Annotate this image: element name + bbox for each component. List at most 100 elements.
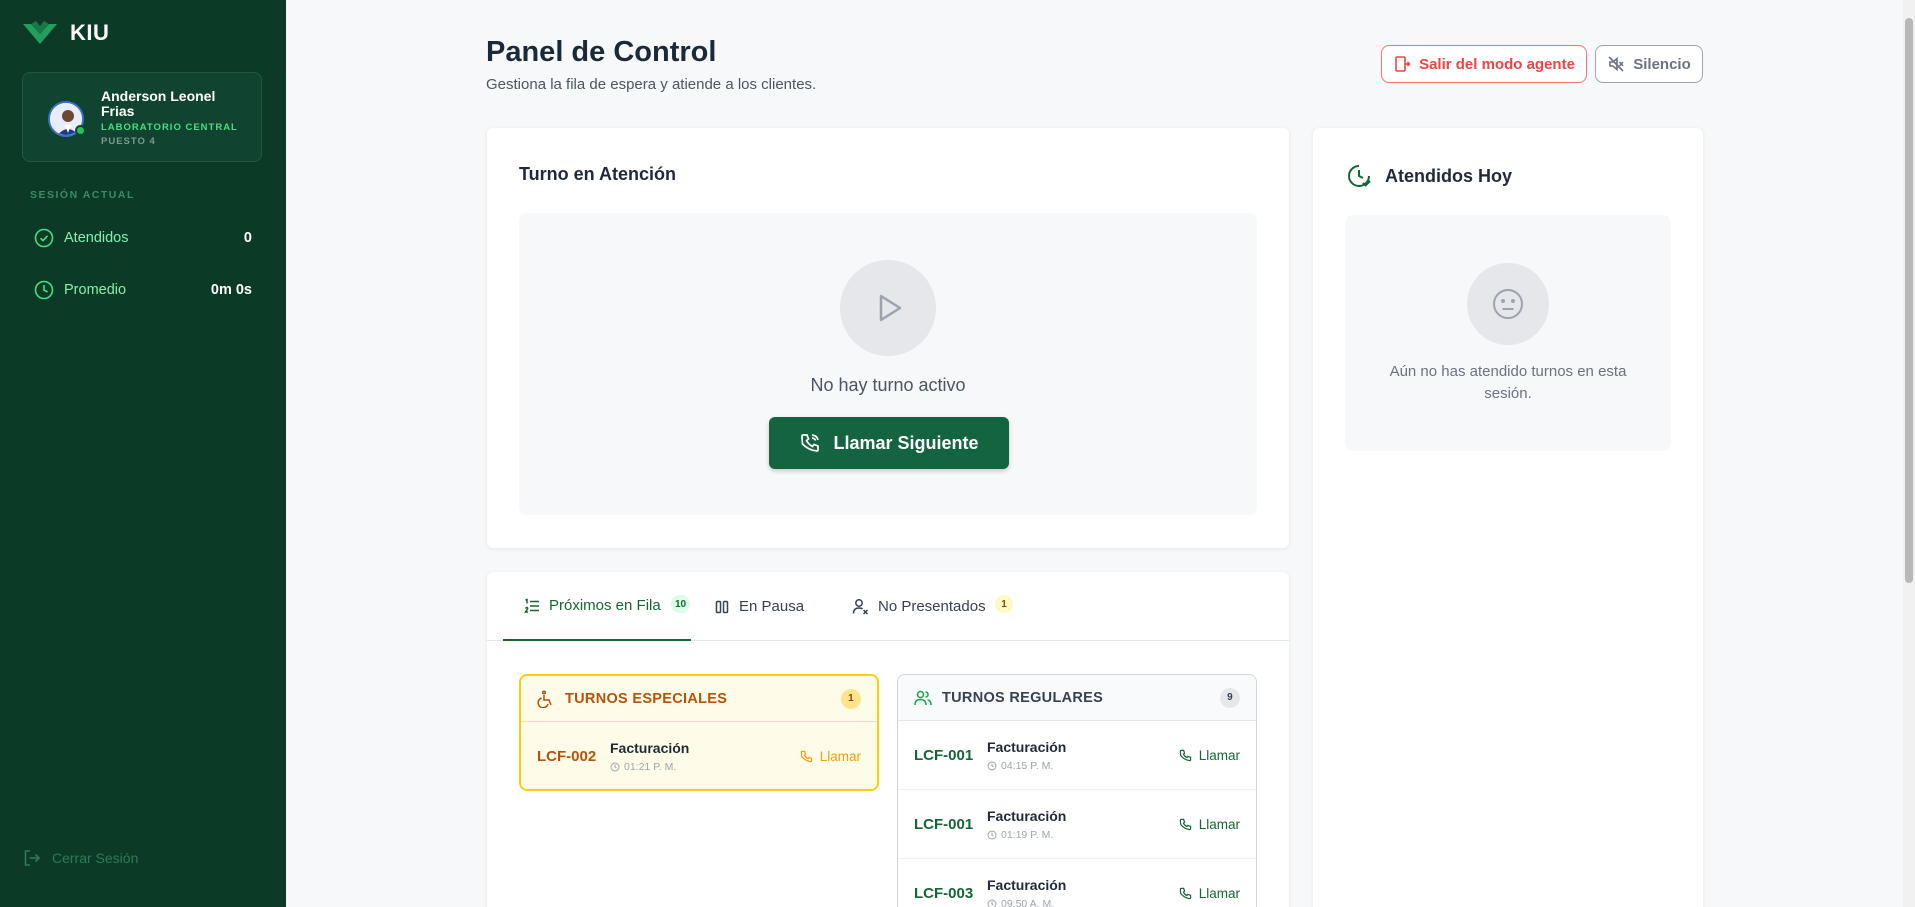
stat-average: Promedio 0m 0s bbox=[34, 276, 252, 304]
history-clock-icon bbox=[1348, 165, 1371, 187]
exit-agent-mode-button[interactable]: Salir del modo agente bbox=[1381, 45, 1587, 83]
ticket-time: 09:50 A. M. bbox=[987, 898, 1066, 907]
play-icon bbox=[840, 260, 936, 356]
regular-turns-title: TURNOS REGULARES bbox=[942, 689, 1104, 706]
clock-icon bbox=[34, 280, 54, 300]
ticket-code: LCF-003 bbox=[914, 884, 974, 902]
phone-icon bbox=[1179, 749, 1191, 761]
current-turn-empty-state: No hay turno activo Llamar Siguiente bbox=[519, 213, 1257, 515]
page-scrollbar[interactable] bbox=[1903, 0, 1915, 907]
speaker-muted-icon bbox=[1608, 56, 1624, 72]
profile-location: LABORATORIO CENTRAL bbox=[101, 122, 238, 133]
page-subtitle: Gestiona la fila de espera y atiende a l… bbox=[486, 76, 817, 93]
call-ticket-button[interactable]: Llamar bbox=[800, 749, 861, 764]
queue-card: Próximos en Fila 10 En Pausa No Presenta… bbox=[487, 572, 1289, 907]
online-status-dot bbox=[75, 125, 86, 136]
profile-name: Anderson Leonel Frias bbox=[101, 88, 216, 119]
tab-paused[interactable]: En Pausa bbox=[714, 572, 804, 641]
page-title: Panel de Control bbox=[486, 36, 717, 68]
attended-today-title: Atendidos Hoy bbox=[1385, 165, 1513, 186]
special-turns-header: TURNOS ESPECIALES 1 bbox=[521, 676, 877, 722]
ticket-time: 04:15 P. M. bbox=[987, 760, 1066, 772]
neutral-face-icon bbox=[1467, 263, 1549, 345]
phone-icon bbox=[1179, 887, 1191, 899]
kiu-logo-icon bbox=[23, 21, 57, 44]
call-next-button[interactable]: Llamar Siguiente bbox=[769, 417, 1009, 469]
list-numbered-icon bbox=[524, 597, 539, 613]
ticket-time: 01:19 P. M. bbox=[987, 829, 1066, 841]
tab-no-show[interactable]: No Presentados 1 bbox=[852, 572, 1013, 641]
attended-today-header: Atendidos Hoy bbox=[1345, 162, 1512, 190]
regular-turns-header: TURNOS REGULARES 9 bbox=[898, 675, 1256, 721]
service-name: Facturación bbox=[987, 876, 1067, 893]
queue-row: LCF-001 Facturación 01:19 P. M. Llamar bbox=[898, 790, 1256, 859]
service-name: Facturación bbox=[987, 807, 1067, 824]
phone-icon bbox=[1179, 818, 1191, 830]
clock-icon bbox=[987, 830, 997, 839]
logout-icon bbox=[24, 850, 41, 866]
sidebar: KIU Anderson Leonel Frias LABORATORIO CE… bbox=[0, 0, 286, 907]
call-ticket-button[interactable]: Llamar bbox=[1179, 748, 1240, 763]
attended-today-card: Atendidos Hoy Aún no has atendido turnos… bbox=[1313, 128, 1703, 907]
stat-label: Promedio bbox=[64, 282, 127, 298]
queue-row: LCF-002 Facturación 01:21 P. M. Llamar bbox=[521, 722, 877, 789]
current-turn-title: Turno en Atención bbox=[519, 164, 676, 184]
pause-icon bbox=[715, 600, 729, 613]
call-next-label: Llamar Siguiente bbox=[833, 432, 979, 453]
phone-icon bbox=[800, 750, 812, 763]
tab-label: No Presentados bbox=[878, 598, 986, 615]
ticket-time: 01:21 P. M. bbox=[610, 761, 689, 773]
ticket-info: Facturación 04:15 P. M. bbox=[987, 739, 1066, 772]
current-turn-card: Turno en Atención No hay turno activo Ll… bbox=[487, 128, 1289, 548]
no-active-turn-text: No hay turno activo bbox=[810, 375, 966, 395]
logout-label: Cerrar Sesión bbox=[52, 850, 139, 866]
service-name: Facturación bbox=[987, 738, 1067, 755]
stat-label: Atendidos bbox=[64, 230, 129, 246]
special-turns-title: TURNOS ESPECIALES bbox=[565, 690, 728, 707]
clock-icon bbox=[987, 761, 997, 770]
attended-empty-text: Aún no has atendido turnos en esta sesió… bbox=[1389, 363, 1627, 402]
special-turns-count: 1 bbox=[841, 688, 861, 709]
queue-row: LCF-003 Facturación 09:50 A. M. Llamar bbox=[898, 859, 1256, 907]
service-name: Facturación bbox=[610, 740, 690, 756]
queue-row: LCF-001 Facturación 04:15 P. M. Llamar bbox=[898, 721, 1256, 790]
ticket-code: LCF-001 bbox=[914, 815, 974, 833]
mute-label: Silencio bbox=[1633, 55, 1691, 73]
tab-label: Próximos en Fila bbox=[549, 597, 661, 614]
scrollbar-thumb[interactable] bbox=[1905, 18, 1913, 583]
queue-tabs: Próximos en Fila 10 En Pausa No Presenta… bbox=[487, 572, 1289, 641]
users-icon bbox=[914, 690, 932, 705]
tab-badge: 1 bbox=[995, 595, 1013, 613]
logout-button[interactable]: Cerrar Sesión bbox=[22, 848, 138, 868]
special-turns-column: TURNOS ESPECIALES 1 LCF-002 Facturación … bbox=[519, 674, 879, 791]
ticket-code: LCF-001 bbox=[914, 746, 974, 764]
wheelchair-icon bbox=[537, 689, 552, 708]
profile-station: PUESTO 4 bbox=[101, 136, 156, 147]
tab-upcoming[interactable]: Próximos en Fila 10 bbox=[503, 572, 691, 641]
mute-button[interactable]: Silencio bbox=[1595, 45, 1703, 83]
stat-value: 0m 0s bbox=[210, 282, 252, 298]
user-profile-card: Anderson Leonel Frias LABORATORIO CENTRA… bbox=[22, 72, 262, 162]
exit-agent-mode-label: Salir del modo agente bbox=[1419, 55, 1575, 73]
check-circle-icon bbox=[34, 228, 54, 248]
clock-icon bbox=[610, 762, 620, 772]
regular-turns-count: 9 bbox=[1220, 687, 1240, 708]
stat-attended: Atendidos 0 bbox=[34, 224, 252, 252]
ticket-info: Facturación 01:19 P. M. bbox=[987, 808, 1066, 841]
ticket-info: Facturación 09:50 A. M. bbox=[987, 877, 1066, 907]
tab-badge: 10 bbox=[671, 595, 691, 613]
exit-door-icon bbox=[1395, 56, 1411, 72]
call-ticket-button[interactable]: Llamar bbox=[1179, 886, 1240, 901]
brand-name: KIU bbox=[70, 20, 110, 45]
ticket-code: LCF-002 bbox=[537, 748, 597, 765]
call-ticket-button[interactable]: Llamar bbox=[1179, 817, 1240, 832]
attended-empty-state: Aún no has atendido turnos en esta sesió… bbox=[1345, 215, 1671, 451]
phone-call-icon bbox=[801, 434, 820, 452]
tab-label: En Pausa bbox=[739, 598, 805, 615]
ticket-info: Facturación 01:21 P. M. bbox=[610, 740, 689, 773]
stat-value: 0 bbox=[243, 230, 252, 246]
brand: KIU bbox=[22, 20, 109, 46]
regular-turns-column: TURNOS REGULARES 9 LCF-001 Facturación 0… bbox=[897, 674, 1257, 907]
user-x-icon bbox=[852, 599, 869, 615]
session-section-title: SESIÓN ACTUAL bbox=[30, 189, 135, 201]
